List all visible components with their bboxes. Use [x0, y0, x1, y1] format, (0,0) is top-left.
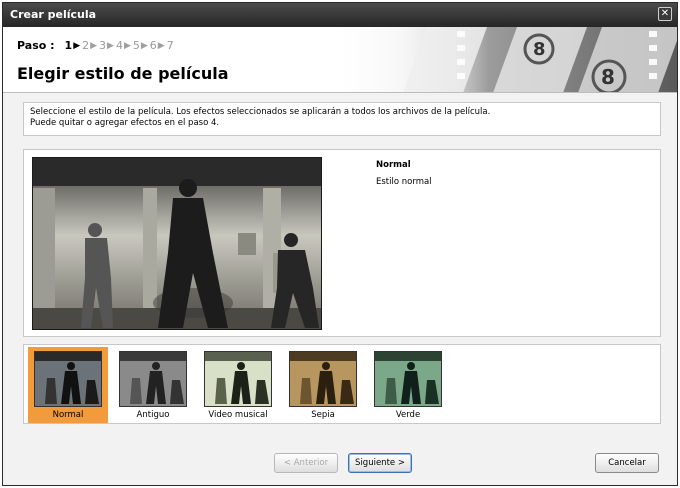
window-title: Crear película [10, 8, 97, 21]
instructions-line-2: Puede quitar o agregar efectos en el pas… [30, 118, 220, 128]
style-option-normal[interactable]: Normal [28, 347, 108, 423]
style-label: Sepia [311, 410, 335, 420]
style-thumbnail [289, 351, 357, 407]
preview-video-frame [32, 157, 322, 330]
selected-style-name: Normal [376, 160, 411, 170]
wizard-header: 8 8 Paso : 1 ▶ 2 ▶ 3 ▶ 4 ▶ 5 ▶ 6 ▶ 7 Elegir es… [3, 27, 677, 93]
step-arrow-icon: ▶ [90, 40, 98, 51]
style-list: Normal Antiguo Video musical Sepia Verde [23, 344, 661, 424]
step-arrow-icon: ▶ [157, 40, 165, 51]
step-6: 6 [149, 39, 157, 52]
step-3: 3 [99, 39, 107, 52]
style-option-antiguo[interactable]: Antiguo [113, 347, 193, 423]
step-arrow-icon: ▶ [123, 40, 131, 51]
style-label: Antiguo [136, 410, 170, 420]
style-option-sepia[interactable]: Sepia [283, 347, 363, 423]
step-4: 4 [115, 39, 123, 52]
svg-text:8: 8 [533, 39, 546, 60]
close-icon[interactable]: ✕ [658, 7, 672, 21]
style-option-verde[interactable]: Verde [368, 347, 448, 423]
step-arrow-icon: ▶ [140, 40, 148, 51]
cancel-button[interactable]: Cancelar [595, 453, 659, 473]
style-option-video-musical[interactable]: Video musical [198, 347, 278, 423]
step-label: Paso : [17, 39, 55, 52]
film-reel-icon: 8 8 [387, 27, 677, 92]
style-thumbnail [34, 351, 102, 407]
back-button[interactable]: < Anterior [274, 453, 338, 473]
create-movie-window: Crear película ✕ 8 8 Paso: 1 ▶ 2 ▶ 3 ▶ … [2, 2, 678, 486]
style-label: Verde [395, 410, 421, 420]
style-thumbnail [204, 351, 272, 407]
style-label: Video musical [208, 410, 268, 420]
selected-style-description: Estilo normal [376, 177, 432, 187]
step-arrow-icon: ▶ [73, 40, 81, 51]
step-2: 2 [82, 39, 90, 52]
wizard-steps: Paso : 1 ▶ 2 ▶ 3 ▶ 4 ▶ 5 ▶ 6 ▶ 7 [17, 39, 174, 52]
instructions: Seleccione el estilo de la película. Los… [23, 102, 661, 136]
step-arrow-icon: ▶ [107, 40, 114, 51]
step-1: 1 [64, 39, 73, 52]
title-bar: Crear película ✕ [3, 3, 677, 27]
step-5: 5 [132, 39, 140, 52]
preview-panel: Normal Estilo normal [23, 149, 661, 337]
page-title: Elegir estilo de película [17, 64, 229, 83]
style-thumbnail [119, 351, 187, 407]
svg-text:8: 8 [601, 65, 615, 89]
next-button[interactable]: Siguiente > [348, 453, 412, 473]
style-thumbnail [374, 351, 442, 407]
instructions-line-1: Seleccione el estilo de la película. Los… [30, 107, 491, 117]
preview-scene [33, 158, 321, 329]
step-7: 7 [166, 39, 174, 52]
style-label: Normal [52, 410, 84, 420]
